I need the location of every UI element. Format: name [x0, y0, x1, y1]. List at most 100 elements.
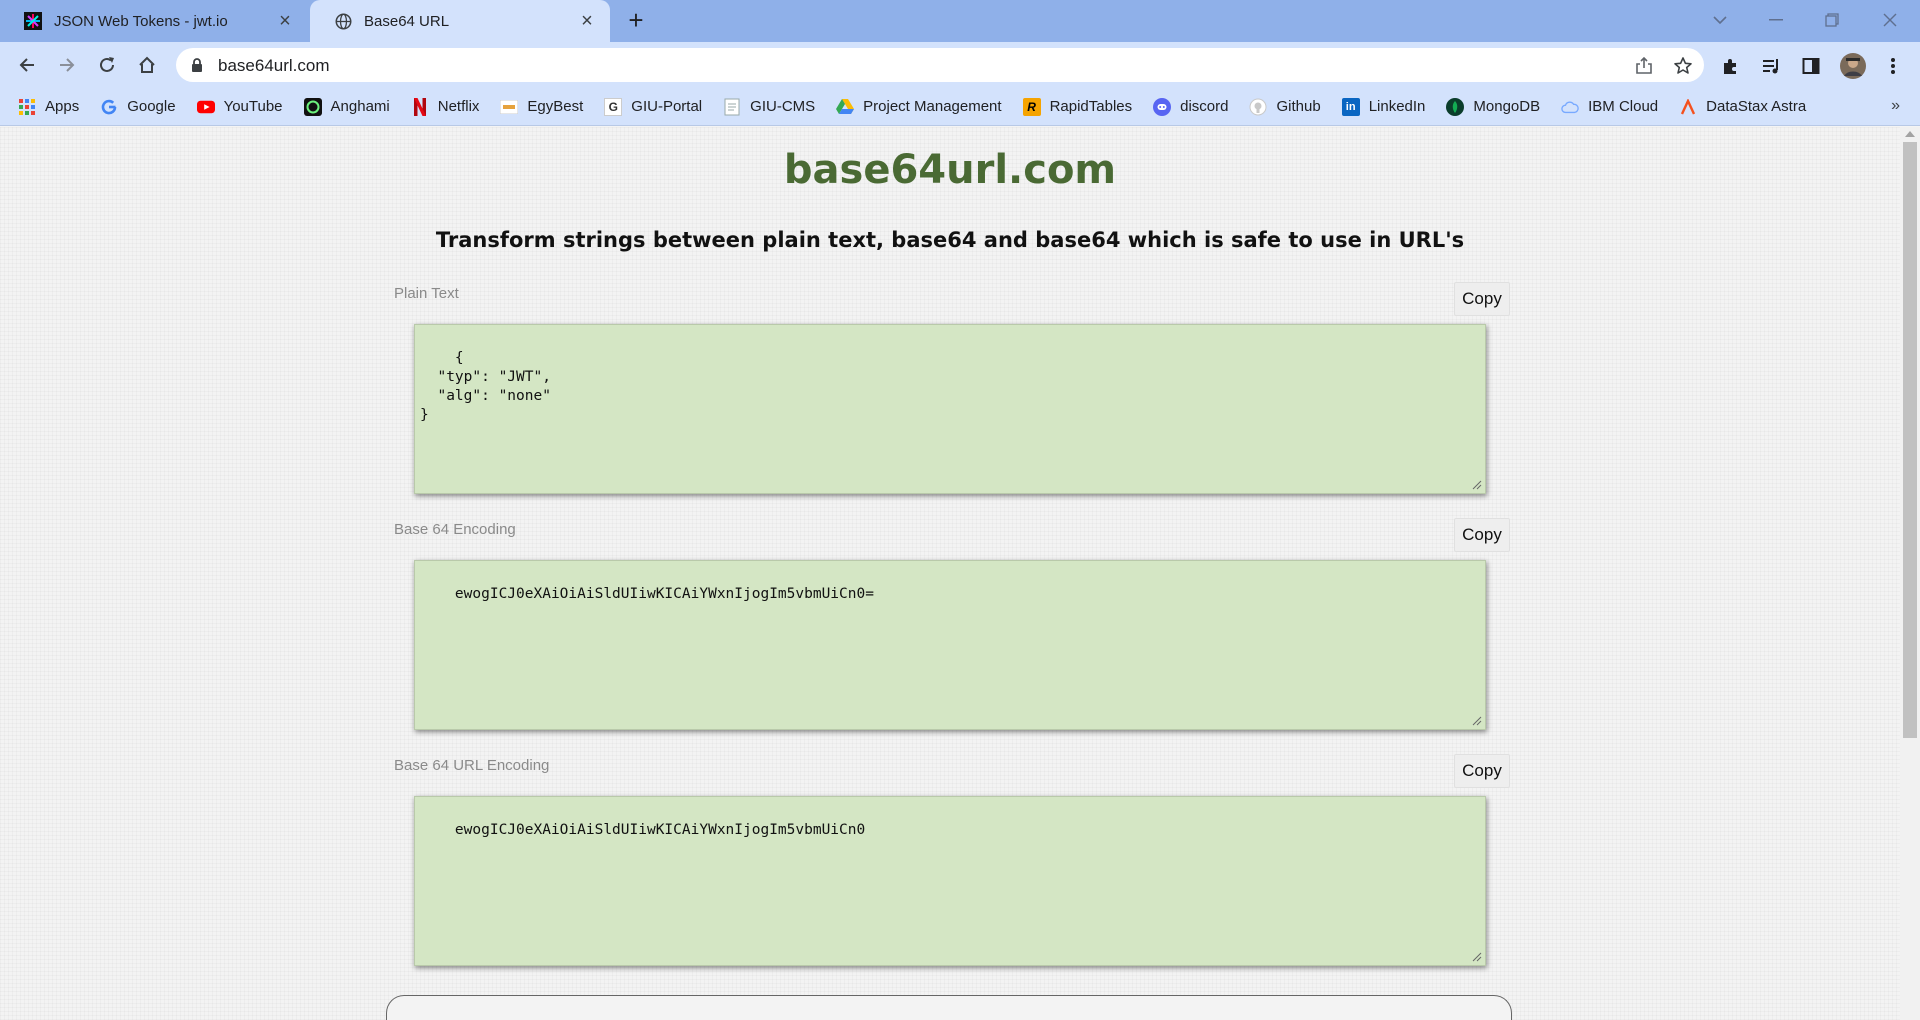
extensions-icon[interactable]: [1720, 55, 1742, 77]
linkedin-icon: in: [1341, 97, 1360, 116]
tab-jwt-io[interactable]: JSON Web Tokens - jwt.io ×: [0, 0, 308, 42]
bookmark-label: IBM Cloud: [1588, 98, 1659, 115]
bookmark-linkedin[interactable]: in LinkedIn: [1341, 97, 1426, 116]
resize-handle-icon[interactable]: [1472, 480, 1482, 490]
resize-handle-icon[interactable]: [1472, 952, 1482, 962]
home-icon[interactable]: [132, 50, 162, 80]
bookmark-ibm-cloud[interactable]: IBM Cloud: [1561, 98, 1658, 116]
bookmark-label: Google: [127, 98, 176, 115]
side-panel-icon[interactable]: [1800, 55, 1822, 77]
google-icon: [100, 98, 118, 116]
tab-title: Base64 URL: [364, 12, 450, 30]
bookmark-rapidtables[interactable]: R RapidTables: [1022, 97, 1133, 116]
copy-base64-url-button[interactable]: Copy: [1454, 754, 1510, 788]
minimize-button[interactable]: [1756, 4, 1796, 36]
base64-url-encoding-label: Base 64 URL Encoding: [394, 757, 550, 774]
profile-avatar-icon[interactable]: [1839, 52, 1867, 80]
github-icon: [1249, 98, 1267, 116]
bookmark-netflix[interactable]: Netflix: [411, 97, 480, 116]
discord-icon: [1153, 97, 1172, 116]
media-controls-icon[interactable]: [1760, 55, 1782, 77]
bookmark-datastax-astra[interactable]: DataStax Astra: [1679, 98, 1806, 116]
tab-base64-url[interactable]: Base64 URL ×: [310, 0, 610, 42]
tab-strip: JSON Web Tokens - jwt.io × Base64 URL × …: [0, 0, 1920, 42]
forward-icon[interactable]: [52, 50, 82, 80]
plain-text-textarea[interactable]: { "typ": "JWT", "alg": "none" }: [414, 324, 1486, 494]
tab-search-icon[interactable]: [1700, 4, 1740, 36]
close-tab-icon[interactable]: ×: [576, 10, 598, 32]
bookmark-google[interactable]: Google: [100, 98, 176, 116]
resize-handle-icon[interactable]: [1472, 716, 1482, 726]
bookmark-mongodb[interactable]: MongoDB: [1446, 97, 1541, 116]
bookmark-giu-cms[interactable]: GIU-CMS: [723, 98, 815, 116]
next-section-box: [386, 995, 1512, 1020]
share-icon[interactable]: [1634, 56, 1654, 76]
copy-plain-text-button[interactable]: Copy: [1454, 282, 1510, 316]
base64-url-value: ewogICJ0eXAiOiAiSldUIiwKICAiYWxnIjogIm5v…: [454, 822, 866, 838]
bookmark-label: discord: [1180, 98, 1229, 115]
bookmark-project-management[interactable]: Project Management: [836, 98, 1002, 116]
bookmark-egybest[interactable]: EgyBest: [500, 98, 583, 116]
page-scrollbar[interactable]: [1900, 127, 1920, 1020]
bookmark-label: YouTube: [223, 98, 283, 115]
giu-portal-icon: G: [604, 97, 623, 116]
reload-icon[interactable]: [92, 50, 122, 80]
mongodb-icon: [1446, 97, 1465, 116]
youtube-icon: [196, 98, 215, 116]
page-content: base64url.com Transform strings between …: [0, 127, 1900, 1020]
new-tab-button[interactable]: +: [622, 7, 650, 35]
scroll-up-arrow-icon[interactable]: [1905, 131, 1915, 137]
bookmark-giu-portal[interactable]: G GIU-Portal: [604, 97, 702, 116]
bookmark-label: LinkedIn: [1368, 98, 1426, 115]
bookmark-star-icon[interactable]: [1673, 56, 1693, 76]
lock-icon[interactable]: [190, 57, 206, 73]
copy-base64-button[interactable]: Copy: [1454, 518, 1510, 552]
bookmarks-bar: Apps Google YouTube Anghami Netflix EgyB…: [0, 88, 1920, 126]
page-subtitle: Transform strings between plain text, ba…: [435, 228, 1465, 252]
giu-cms-icon: [723, 98, 741, 116]
rapidtables-icon: R: [1022, 97, 1041, 116]
bookmark-label: Netflix: [437, 98, 480, 115]
apps-grid-icon: [18, 98, 36, 116]
address-text[interactable]: base64url.com: [218, 56, 330, 76]
base64-url-textarea[interactable]: ewogICJ0eXAiOiAiSldUIiwKICAiYWxnIjogIm5v…: [414, 796, 1486, 966]
tab-title: JSON Web Tokens - jwt.io: [54, 12, 228, 30]
bookmark-label: Github: [1276, 98, 1321, 115]
base64-textarea[interactable]: ewogICJ0eXAiOiAiSldUIiwKICAiYWxnIjogIm5v…: [414, 560, 1486, 730]
bookmark-github[interactable]: Github: [1249, 98, 1321, 116]
bookmark-label: MongoDB: [1473, 98, 1541, 115]
ibm-cloud-icon: [1561, 98, 1579, 116]
close-tab-icon[interactable]: ×: [274, 10, 296, 32]
bookmark-label: Anghami: [330, 98, 390, 115]
more-bookmarks-icon[interactable]: »: [1891, 97, 1900, 115]
jwt-favicon-icon: [24, 12, 42, 30]
base64-encoding-label: Base 64 Encoding: [394, 521, 516, 538]
scrollbar-thumb[interactable]: [1903, 142, 1917, 738]
plain-text-label: Plain Text: [394, 285, 459, 302]
menu-kebab-icon[interactable]: [1882, 55, 1904, 77]
egybest-icon: [500, 98, 519, 116]
datastax-icon: [1679, 98, 1697, 116]
globe-icon: [334, 12, 352, 30]
google-drive-icon: [836, 98, 855, 116]
bookmark-label: DataStax Astra: [1706, 98, 1807, 115]
bookmark-label: Project Management: [863, 98, 1002, 115]
bookmark-discord[interactable]: discord: [1153, 97, 1229, 116]
close-window-button[interactable]: [1870, 4, 1910, 36]
browser-toolbar: base64url.com: [0, 42, 1920, 88]
base64-value: ewogICJ0eXAiOiAiSldUIiwKICAiYWxnIjogIm5v…: [454, 586, 874, 602]
bookmark-anghami[interactable]: Anghami: [303, 97, 390, 116]
site-title: base64url.com: [783, 147, 1117, 193]
address-bar[interactable]: base64url.com: [176, 48, 1704, 82]
bookmark-label: RapidTables: [1049, 98, 1133, 115]
restore-button[interactable]: [1812, 4, 1852, 36]
bookmark-youtube[interactable]: YouTube: [196, 98, 283, 116]
plain-text-value: { "typ": "JWT", "alg": "none" }: [420, 350, 551, 423]
bookmark-apps[interactable]: Apps: [18, 98, 79, 116]
bookmark-label: GIU-CMS: [750, 98, 816, 115]
anghami-icon: [303, 97, 322, 116]
netflix-icon: [411, 97, 429, 116]
bookmark-label: Apps: [45, 98, 80, 115]
bookmark-label: EgyBest: [527, 98, 584, 115]
back-icon[interactable]: [12, 50, 42, 80]
